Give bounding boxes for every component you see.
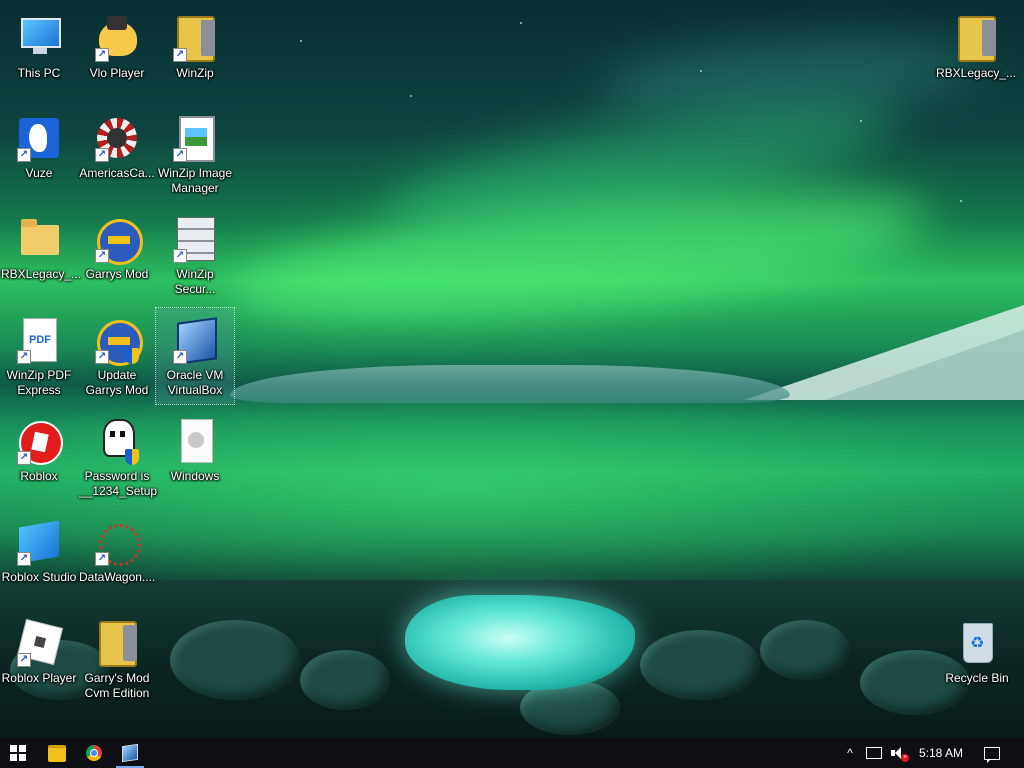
desktop-icon-winzip-secure[interactable]: ↗ WinZip Secur... [156, 207, 234, 303]
desktop-icon-roblox[interactable]: ↗ Roblox [0, 409, 78, 505]
virtualbox-icon [122, 743, 138, 763]
action-center-icon [984, 746, 1000, 763]
taskbar: ^ × 5:18 AM [0, 738, 1024, 768]
icon-label: Password is __1234_Setup [79, 469, 158, 498]
star [410, 95, 412, 97]
icon-label: WinZip PDF Express [6, 368, 72, 397]
icon-label: Recycle Bin [945, 671, 1009, 685]
windows-logo-icon [10, 745, 26, 761]
icon-label: DataWagon.... [79, 570, 156, 584]
uac-shield-icon [125, 348, 139, 364]
gmod-update-icon: ↗ [93, 316, 143, 366]
desktop-icon-rbxlegacy-folder[interactable]: RBXLegacy_... [0, 207, 82, 303]
star [860, 120, 862, 122]
icon-label: Windows [170, 469, 220, 483]
desktop-icon-winzip-image-manager[interactable]: ↗ WinZip Image Manager [156, 106, 234, 202]
desktop-icon-garrys-mod-cvm[interactable]: Garry's Mod Cvm Edition [78, 611, 156, 707]
far-shore [230, 365, 790, 403]
icon-label: Roblox Studio [1, 570, 77, 584]
icon-label: Roblox Player [1, 671, 77, 685]
windows-file-icon [171, 417, 219, 465]
icon-label: RBXLegacy_... [1, 267, 82, 281]
volume-button[interactable]: × [888, 738, 910, 768]
winzip-image-icon: ↗ [171, 114, 219, 162]
folder-icon [15, 215, 63, 263]
desktop-icon-roblox-player[interactable]: ↗ Roblox Player [0, 611, 78, 707]
icon-label: WinZip Image Manager [157, 166, 233, 195]
network-icon [866, 747, 882, 759]
star [960, 200, 962, 202]
desktop-icon-americascasino[interactable]: ↗ AmericasCa... [78, 106, 156, 202]
winzip-secure-icon: ↗ [171, 215, 219, 263]
zip-archive-icon [952, 14, 1000, 62]
taskbar-virtualbox[interactable] [112, 738, 148, 768]
skull-setup-icon [93, 417, 141, 465]
icon-label: Garry's Mod Cvm Edition [84, 671, 150, 700]
icon-label: WinZip Secur... [174, 267, 216, 296]
pdf-icon: PDF ↗ [15, 316, 63, 364]
clock-time: 5:18 AM [918, 746, 964, 760]
winzip-icon: ↗ [171, 14, 219, 62]
network-button[interactable] [864, 738, 884, 768]
star [700, 70, 702, 72]
uac-shield-icon [125, 449, 139, 465]
chevron-up-icon: ^ [847, 746, 853, 760]
desktop-icon-roblox-studio[interactable]: ↗ Roblox Studio [0, 510, 78, 606]
vlc-icon: ↗ [93, 14, 141, 62]
zip-archive-icon [93, 619, 141, 667]
desktop-icon-this-pc[interactable]: This PC [0, 6, 78, 102]
recycle-bin-icon [953, 619, 1001, 667]
desktop-icon-vlo-player[interactable]: ↗ Vlo Player [78, 6, 156, 102]
desktop-icon-garrys-mod[interactable]: ↗ Garrys Mod [78, 207, 156, 303]
desktop-icon-recycle-bin[interactable]: Recycle Bin [937, 611, 1017, 707]
taskbar-chrome[interactable] [76, 738, 112, 768]
star [520, 22, 522, 24]
vuze-frog-icon: ↗ [15, 114, 63, 162]
icon-label: AmericasCa... [79, 166, 155, 180]
roblox-player-icon: ↗ [15, 618, 64, 667]
start-button[interactable] [0, 738, 36, 768]
computer-icon [15, 14, 63, 62]
desktop-icon-winzip-pdf-express[interactable]: PDF ↗ WinZip PDF Express [0, 308, 78, 404]
roblox-icon: ↗ [15, 417, 63, 465]
datawagon-icon: ↗ [93, 518, 141, 566]
glowing-ice-chunk [405, 595, 635, 690]
casino-chip-icon: ↗ [93, 114, 141, 162]
desktop-icon-password-setup[interactable]: Password is __1234_Setup [78, 409, 158, 505]
desktop-icon-winzip[interactable]: ↗ WinZip [156, 6, 234, 102]
volume-muted-icon: × [891, 746, 909, 762]
icon-label: Vuze [25, 166, 53, 180]
aurora-band [598, 26, 982, 124]
chrome-icon [86, 745, 102, 761]
virtualbox-icon: ↗ [171, 316, 219, 365]
taskbar-file-explorer[interactable] [39, 738, 75, 768]
roblox-studio-icon: ↗ [15, 518, 63, 566]
icon-label: Oracle VM VirtualBox [166, 368, 224, 397]
icon-label: WinZip [176, 66, 214, 80]
icon-label: Roblox [20, 469, 58, 483]
desktop-icon-vuze[interactable]: ↗ Vuze [0, 106, 78, 202]
desktop-icon-windows[interactable]: Windows [156, 409, 234, 505]
icon-label: This PC [17, 66, 61, 80]
icon-label: Update Garrys Mod [85, 368, 149, 397]
action-center-button[interactable] [978, 738, 1006, 768]
file-explorer-icon [48, 744, 66, 762]
desktop-icon-oracle-vm-virtualbox[interactable]: ↗ Oracle VM VirtualBox [155, 307, 235, 405]
snowy-mountain [824, 330, 1024, 400]
icon-label: RBXLegacy_... [936, 66, 1017, 80]
desktop-icon-datawagon[interactable]: ↗ DataWagon.... [78, 510, 156, 606]
desktop-icon-rbxlegacy-zip[interactable]: RBXLegacy_... [935, 6, 1017, 102]
gmod-icon: ↗ [93, 215, 143, 265]
star [300, 40, 302, 42]
show-hidden-icons-button[interactable]: ^ [840, 738, 860, 768]
icon-label: Vlo Player [89, 66, 145, 80]
desktop-icon-update-garrys-mod[interactable]: ↗ Update Garrys Mod [78, 308, 156, 404]
icon-label: Garrys Mod [85, 267, 149, 281]
clock-button[interactable]: 5:18 AM [910, 738, 972, 768]
